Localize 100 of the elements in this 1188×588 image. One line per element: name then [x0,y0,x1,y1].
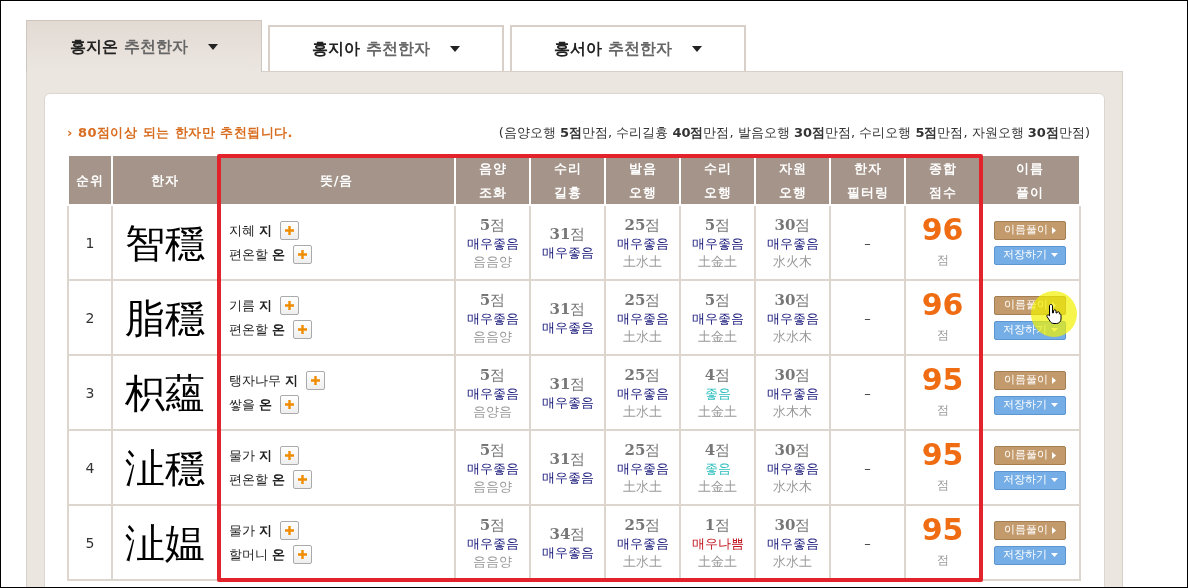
column-header: 한자 [151,173,179,188]
hanja-characters: 枳蘊 [125,370,205,415]
meaning-text: 편온할 온 [229,470,286,489]
total-score: 96 [921,214,964,245]
score-points: 30점 [774,366,811,384]
score-detail: 土水土 [623,252,662,270]
score-detail: 水火木 [773,252,812,270]
filter-result: – [864,534,871,553]
score-verdict: 매우좋음 [541,543,594,561]
score-points: 30점 [774,216,811,234]
hand-cursor-icon [1046,303,1062,325]
name-analysis-button[interactable]: 이름풀이 [994,370,1066,390]
tab[interactable]: 홍지아 추천한자 [268,25,504,71]
column-header: 발음 오행 [628,161,657,200]
score-verdict: 매우좋음 [541,468,594,486]
add-button[interactable] [293,245,313,264]
score-verdict: 매우좋음 [766,309,819,327]
score-detail: 土金土 [698,402,737,420]
meaning-text: 쌓을 온 [229,395,273,414]
total-score: 95 [921,364,964,395]
score-points: 34점 [549,525,586,543]
filter-result: – [864,384,871,403]
add-button[interactable] [293,320,313,339]
filter-result: – [864,459,871,478]
add-button[interactable] [280,521,300,540]
rank-number: 5 [85,533,95,553]
add-button[interactable] [280,221,300,240]
column-header: 순위 [76,173,104,188]
meaning-text: 물가 지 [229,446,273,465]
plus-icon [297,249,309,260]
plus-icon [310,375,322,386]
score-detail: 음음양 [473,252,512,270]
score-detail: 土水土 [623,477,662,495]
score-points: 5점 [479,216,506,234]
score-points: 30점 [774,441,811,459]
score-points: 5점 [704,291,731,309]
score-verdict: 매우좋음 [766,384,819,402]
score-detail: 음음양 [473,327,512,345]
add-button[interactable] [293,470,313,489]
score-verdict: 매우좋음 [541,243,594,261]
score-verdict: 매우좋음 [616,234,669,252]
add-button[interactable] [280,446,300,465]
meaning-text: 탱자나무 지 [229,371,299,390]
save-button[interactable]: 저장하기 [994,545,1066,565]
score-points: 25점 [624,291,661,309]
score-verdict: 매우좋음 [466,534,519,552]
meaning-text: 기름 지 [229,296,273,315]
column-header: 뜻/음 [319,173,354,188]
max-score-text: (음양오행 5점만점, 수리길흉 40점만점, 발음오행 30점만점, 수리오행 5점만점, 자원오행 30점만점) [498,124,1090,143]
column-header: 종합 점수 [928,161,957,200]
score-points: 4점 [704,366,731,384]
tab[interactable]: 홍서아 추천한자 [510,25,746,71]
score-verdict: 매우좋음 [766,234,819,252]
plus-icon [284,300,296,311]
name-analysis-button[interactable]: 이름풀이 [994,220,1066,240]
score-points: 30점 [774,516,811,534]
score-verdict: 매우좋음 [541,393,594,411]
tab[interactable]: 홍지온 추천한자 [26,20,262,72]
hanja-characters: 沚媪 [125,520,205,565]
score-detail: 土水土 [623,402,662,420]
name-analysis-button[interactable]: 이름풀이 [994,520,1066,540]
caret-icon [691,46,702,52]
score-detail: 水水木 [773,477,812,495]
score-points: 5점 [479,516,506,534]
add-button[interactable] [293,545,313,564]
column-header: 자원 오행 [778,161,807,200]
plus-icon [284,525,296,536]
hanja-characters: 脂穩 [125,295,205,340]
score-verdict: 매우좋음 [691,234,744,252]
rank-number: 3 [85,383,95,403]
score-verdict: 좋음 [704,384,731,402]
rank-number: 4 [85,458,95,478]
score-detail: 水水土 [773,552,812,570]
caret-right-icon [1052,526,1056,534]
caret-down-icon [1050,553,1058,557]
score-detail: 음음양 [473,477,512,495]
score-unit: 점 [936,252,949,267]
score-points: 5점 [479,291,506,309]
meaning-text: 물가 지 [229,521,273,540]
score-detail: 음음양 [473,552,512,570]
column-header: 한자 필터링 [846,161,889,200]
add-button[interactable] [280,296,300,315]
name-analysis-button[interactable]: 이름풀이 [994,445,1066,465]
score-verdict: 매우좋음 [616,384,669,402]
score-points: 25점 [624,441,661,459]
save-button[interactable]: 저장하기 [994,470,1066,490]
plus-icon [284,450,296,461]
save-button[interactable]: 저장하기 [994,245,1066,265]
score-detail: 土水土 [623,552,662,570]
caret-right-icon [1052,451,1056,459]
column-header: 음양 조화 [478,161,507,200]
plus-icon [297,549,309,560]
column-header: 이름 풀이 [1016,161,1044,200]
total-score: 96 [921,289,964,320]
add-button[interactable] [280,395,300,414]
save-button[interactable]: 저장하기 [994,395,1066,415]
score-verdict: 매우좋음 [616,459,669,477]
score-points: 4점 [704,441,731,459]
add-button[interactable] [306,371,326,390]
caret-down-icon [1050,253,1058,257]
